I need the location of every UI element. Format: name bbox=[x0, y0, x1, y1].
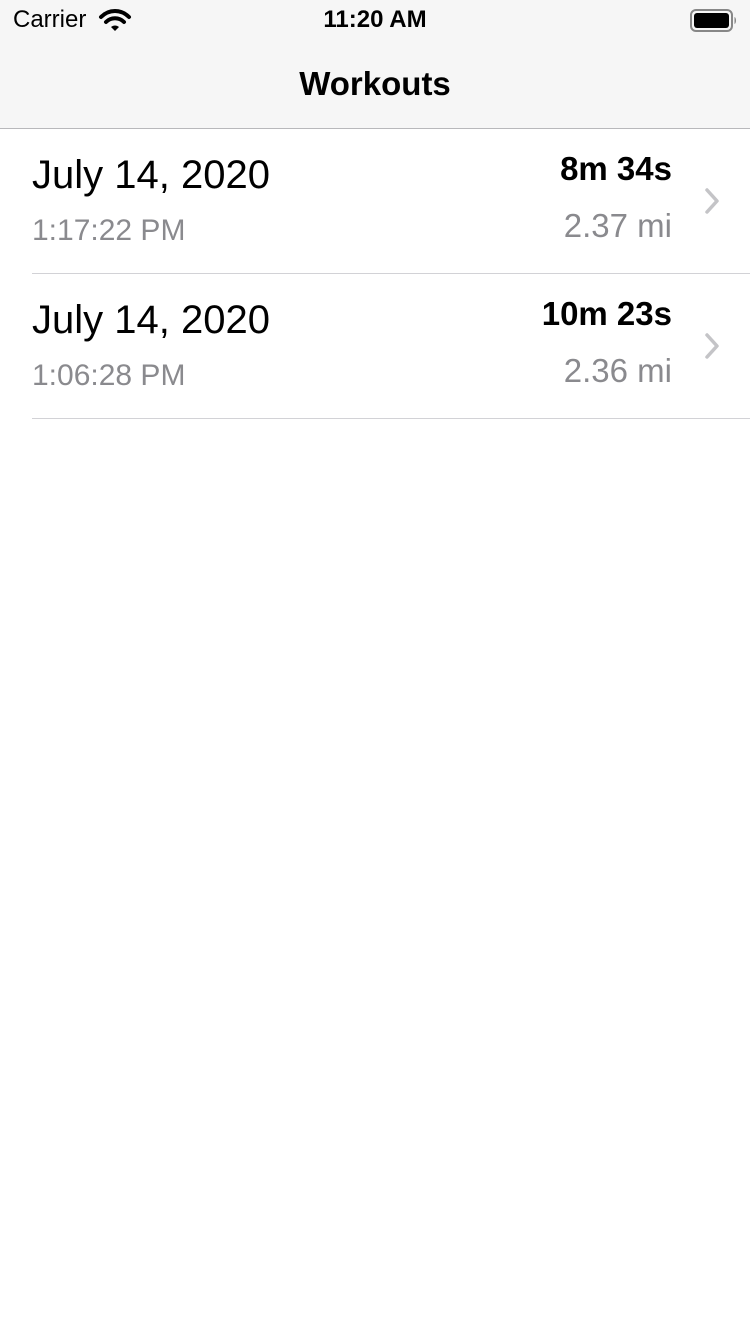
workout-date: July 14, 2020 bbox=[32, 153, 270, 197]
battery-icon bbox=[690, 9, 736, 32]
app-screen: Carrier 11:20 AM Workouts July 14, 2020 … bbox=[0, 0, 750, 1334]
workout-time: 1:17:22 PM bbox=[32, 214, 186, 247]
workout-row[interactable]: July 14, 2020 1:06:28 PM 10m 23s 2.36 mi bbox=[32, 274, 750, 419]
status-time: 11:20 AM bbox=[323, 6, 427, 33]
workout-row[interactable]: July 14, 2020 1:17:22 PM 8m 34s 2.37 mi bbox=[32, 129, 750, 274]
workout-list: July 14, 2020 1:17:22 PM 8m 34s 2.37 mi … bbox=[0, 129, 750, 419]
workout-date: July 14, 2020 bbox=[32, 298, 270, 342]
workout-time: 1:06:28 PM bbox=[32, 359, 186, 392]
workout-duration: 10m 23s bbox=[541, 295, 672, 332]
workout-duration: 8m 34s bbox=[560, 150, 672, 187]
chevron-right-icon bbox=[705, 333, 719, 359]
page-title: Workouts bbox=[299, 65, 451, 102]
workout-distance: 2.37 mi bbox=[563, 207, 672, 244]
chevron-right-icon bbox=[705, 188, 719, 214]
top-bar: Carrier 11:20 AM Workouts bbox=[0, 0, 750, 129]
status-bar: Carrier 11:20 AM bbox=[0, 0, 750, 40]
workout-distance: 2.36 mi bbox=[563, 352, 672, 389]
